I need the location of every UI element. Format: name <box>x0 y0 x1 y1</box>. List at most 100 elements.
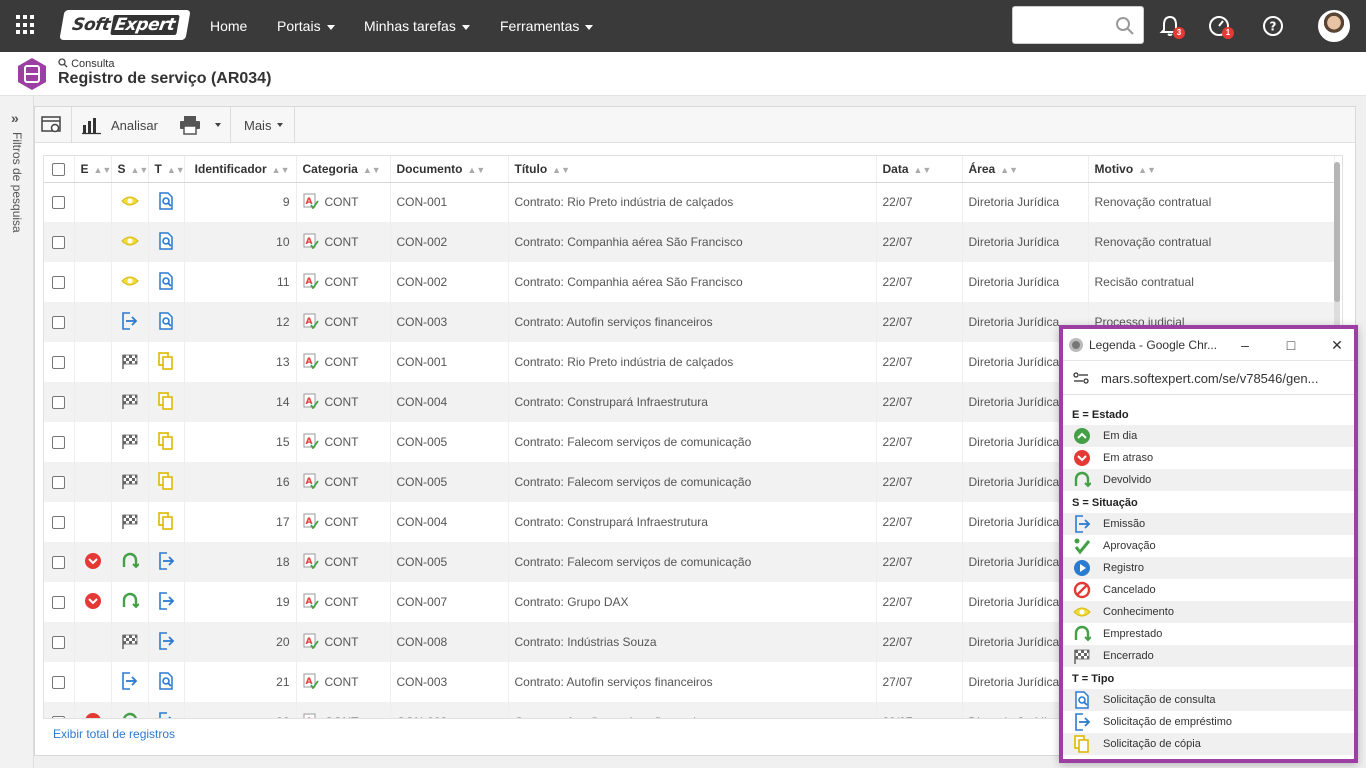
row-checkbox[interactable] <box>52 636 66 650</box>
row-checkbox[interactable] <box>52 556 66 570</box>
titulo-cell: Contrato: Grupo DAX <box>508 582 877 622</box>
column-header[interactable]: Documento ▲▼ <box>390 156 509 183</box>
eye-icon <box>120 276 139 291</box>
column-header[interactable]: Motivo ▲▼ <box>1088 156 1335 183</box>
sort-icon[interactable]: ▲▼ <box>468 165 486 175</box>
svg-text:A: A <box>305 717 312 720</box>
table-row[interactable]: 9 A CONT CON-001 Contrato: Rio Preto indústr… <box>44 182 1335 222</box>
row-checkbox[interactable] <box>52 716 66 718</box>
check-icon <box>1072 536 1092 556</box>
scrollbar-thumb[interactable] <box>1334 162 1340 302</box>
show-total-records-link[interactable]: Exibir total de registros <box>53 727 175 741</box>
popup-url-bar[interactable]: mars.softexpert.com/se/v78546/gen... <box>1063 361 1354 395</box>
sort-icon[interactable]: ▲▼ <box>363 165 381 175</box>
column-header[interactable]: Categoria ▲▼ <box>296 156 391 183</box>
row-checkbox-cell[interactable] <box>44 582 75 622</box>
help-icon: ? <box>1263 16 1283 36</box>
row-checkbox[interactable] <box>52 356 66 370</box>
tipo-cell <box>148 702 185 718</box>
tipo-cell <box>148 302 185 342</box>
chevron-down-icon[interactable] <box>215 123 221 127</box>
row-checkbox-cell[interactable] <box>44 342 75 382</box>
notifications-button[interactable]: 3 <box>1157 13 1185 39</box>
arrow-right-icon <box>121 671 138 693</box>
sort-icon[interactable]: ▲▼ <box>272 165 290 175</box>
tipo-cell <box>148 422 185 462</box>
row-checkbox-cell[interactable] <box>44 422 75 462</box>
search-icon[interactable] <box>1115 16 1135 36</box>
row-checkbox-cell[interactable] <box>44 262 75 302</box>
nav-minhas-tarefas[interactable]: Minhas tarefas <box>364 0 470 52</box>
select-all-checkbox[interactable] <box>52 162 66 176</box>
estado-cell <box>74 222 112 262</box>
mais-button[interactable]: Mais <box>244 107 284 143</box>
site-settings-icon[interactable] <box>1073 372 1089 384</box>
column-header[interactable]: S ▲▼ <box>111 156 149 183</box>
row-checkbox-cell[interactable] <box>44 502 75 542</box>
column-header[interactable]: Identificador ▲▼ <box>184 156 297 183</box>
row-checkbox[interactable] <box>52 676 66 690</box>
row-checkbox[interactable] <box>52 236 66 250</box>
row-checkbox[interactable] <box>52 276 66 290</box>
tipo-cell <box>148 542 185 582</box>
row-checkbox-cell[interactable] <box>44 222 75 262</box>
sort-icon[interactable]: ▲▼ <box>94 165 112 175</box>
row-checkbox[interactable] <box>52 516 66 530</box>
row-checkbox-cell[interactable] <box>44 182 75 222</box>
column-header[interactable]: T ▲▼ <box>148 156 185 183</box>
motivo-cell: Renovação contratual <box>1088 182 1335 222</box>
help-button[interactable]: ? <box>1260 13 1286 39</box>
column-header[interactable]: Título ▲▼ <box>508 156 877 183</box>
legend-item: Cancelado <box>1063 579 1354 601</box>
category-icon: A <box>303 473 319 492</box>
apps-grid-icon[interactable] <box>16 15 36 35</box>
table-row[interactable]: 11 A CONT CON-002 Contrato: Companhia aérea … <box>44 262 1335 302</box>
maximize-button[interactable]: □ <box>1281 335 1301 355</box>
notification-badge: 3 <box>1173 27 1185 39</box>
row-checkbox[interactable] <box>52 436 66 450</box>
close-button[interactable]: ✕ <box>1327 335 1347 355</box>
analisar-button[interactable]: Analisar <box>81 107 158 143</box>
column-header[interactable]: Área ▲▼ <box>962 156 1089 183</box>
sort-icon[interactable]: ▲▼ <box>1138 165 1156 175</box>
return-icon <box>122 712 137 718</box>
sort-icon[interactable]: ▲▼ <box>552 165 570 175</box>
sort-icon[interactable]: ▲▼ <box>131 165 149 175</box>
sort-icon[interactable]: ▲▼ <box>167 165 185 175</box>
column-header[interactable]: E ▲▼ <box>74 156 112 183</box>
estado-cell <box>74 302 112 342</box>
nav-ferramentas[interactable]: Ferramentas <box>500 0 594 52</box>
alerts-button[interactable]: 1 <box>1206 13 1234 39</box>
search-input[interactable] <box>1012 6 1144 44</box>
row-checkbox-cell[interactable] <box>44 382 75 422</box>
print-button[interactable] <box>179 107 221 143</box>
row-checkbox-cell[interactable] <box>44 542 75 582</box>
row-checkbox[interactable] <box>52 476 66 490</box>
row-checkbox[interactable] <box>52 316 66 330</box>
row-checkbox-cell[interactable] <box>44 662 75 702</box>
row-checkbox[interactable] <box>52 596 66 610</box>
table-row[interactable]: 10 A CONT CON-002 Contrato: Companhia aérea … <box>44 222 1335 262</box>
categoria-cell: ACONT <box>296 382 391 422</box>
category-icon: A <box>303 273 319 292</box>
column-header[interactable]: Data ▲▼ <box>876 156 963 183</box>
softexpert-logo[interactable]: Soft Expert <box>59 10 191 40</box>
filter-panel[interactable]: » Filtros de pesquisa <box>0 96 34 768</box>
row-checkbox[interactable] <box>52 196 66 210</box>
minimize-button[interactable]: – <box>1235 335 1255 355</box>
nav-portais[interactable]: Portais <box>277 0 335 52</box>
nav-home[interactable]: Home <box>210 0 247 52</box>
row-checkbox-cell[interactable] <box>44 622 75 662</box>
user-avatar[interactable] <box>1318 10 1350 42</box>
row-checkbox-cell[interactable] <box>44 702 75 718</box>
category-icon: A <box>303 233 319 252</box>
row-checkbox-cell[interactable] <box>44 462 75 502</box>
sort-icon[interactable]: ▲▼ <box>914 165 932 175</box>
legend-list: E = Estado Em dia Em atraso Devolvido S = Si… <box>1063 403 1354 755</box>
row-checkbox-cell[interactable] <box>44 302 75 342</box>
select-all-checkbox-cell[interactable] <box>44 156 75 183</box>
row-checkbox[interactable] <box>52 396 66 410</box>
view-button[interactable] <box>41 107 63 143</box>
expand-chevron-icon[interactable]: » <box>11 110 19 126</box>
sort-icon[interactable]: ▲▼ <box>1000 165 1018 175</box>
